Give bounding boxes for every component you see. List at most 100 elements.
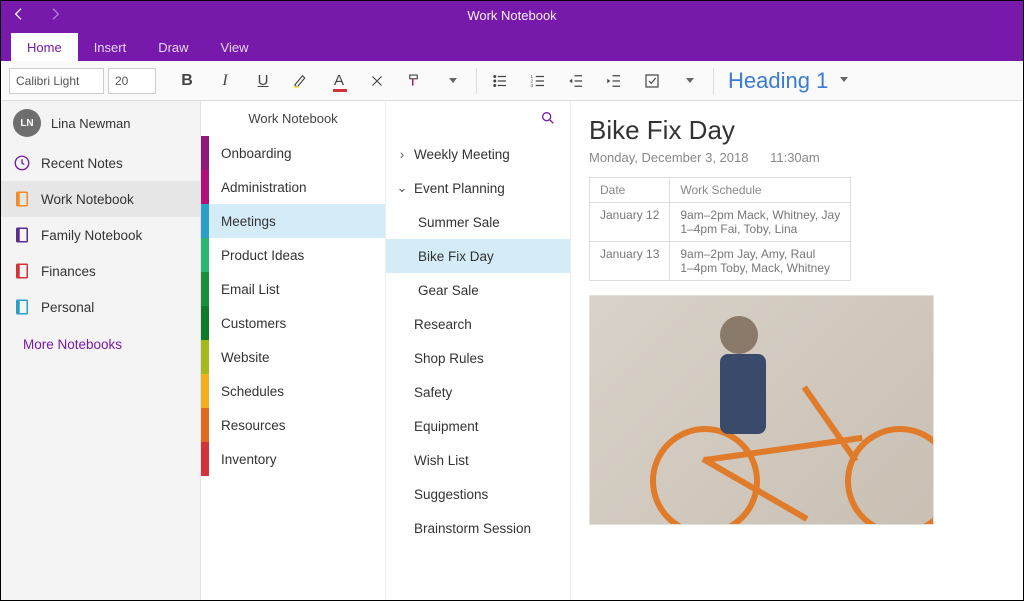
italic-button[interactable]: I <box>208 66 242 96</box>
section-label: Onboarding <box>209 146 292 161</box>
bullet-list-button[interactable] <box>483 66 517 96</box>
format-painter-button[interactable] <box>398 66 432 96</box>
page-label: Weekly Meeting <box>414 147 510 162</box>
section-color-tab <box>201 170 209 204</box>
sections-column: Work Notebook Onboarding Administration Me… <box>201 101 386 600</box>
section-item[interactable]: Email List <box>201 272 385 306</box>
todo-tag-button[interactable] <box>635 66 669 96</box>
page-item[interactable]: Equipment <box>386 409 570 443</box>
underline-button[interactable]: U <box>246 66 280 96</box>
paragraph-more-button[interactable] <box>673 66 707 96</box>
indent-button[interactable] <box>597 66 631 96</box>
section-item[interactable]: Website <box>201 340 385 374</box>
number-list-button[interactable]: 123 <box>521 66 555 96</box>
font-size-select[interactable]: 20 <box>108 68 156 94</box>
recent-notes-item[interactable]: Recent Notes <box>1 145 200 181</box>
section-item[interactable]: Inventory <box>201 442 385 476</box>
schedule-table[interactable]: Date Work Schedule January 129am–2pm Mac… <box>589 177 851 281</box>
page-label: Brainstorm Session <box>414 521 531 536</box>
page-item[interactable]: Wish List <box>386 443 570 477</box>
notebook-label: Work Notebook <box>41 192 134 207</box>
section-label: Administration <box>209 180 307 195</box>
note-meta: Monday, December 3, 2018 11:30am <box>589 150 1005 165</box>
page-item[interactable]: Brainstorm Session <box>386 511 570 545</box>
style-label: Heading 1 <box>728 68 828 93</box>
page-label: Equipment <box>414 419 479 434</box>
cell-date: January 13 <box>590 242 670 281</box>
note-canvas[interactable]: Bike Fix Day Monday, December 3, 2018 11… <box>571 101 1023 600</box>
format-more-button[interactable] <box>436 66 470 96</box>
section-item[interactable]: Customers <box>201 306 385 340</box>
cell-date: January 12 <box>590 203 670 242</box>
section-item[interactable]: Resources <box>201 408 385 442</box>
font-color-button[interactable]: A <box>322 66 356 96</box>
highlight-button[interactable] <box>284 66 318 96</box>
page-item[interactable]: Safety <box>386 375 570 409</box>
tab-home[interactable]: Home <box>11 33 78 61</box>
window-title: Work Notebook <box>63 8 961 23</box>
page-item[interactable]: Gear Sale <box>386 273 570 307</box>
section-color-tab <box>201 204 209 238</box>
page-label: Suggestions <box>414 487 488 502</box>
table-row[interactable]: January 129am–2pm Mack, Whitney, Jay1–4p… <box>590 203 851 242</box>
section-item[interactable]: Administration <box>201 170 385 204</box>
outdent-button[interactable] <box>559 66 593 96</box>
style-picker[interactable]: Heading 1 <box>728 68 848 94</box>
notebook-icon <box>13 190 31 208</box>
notebook-item[interactable]: Finances <box>1 253 200 289</box>
tab-insert[interactable]: Insert <box>78 33 143 61</box>
page-label: Summer Sale <box>418 215 500 230</box>
section-item[interactable]: Onboarding <box>201 136 385 170</box>
page-item[interactable]: Research <box>386 307 570 341</box>
forward-button[interactable] <box>47 6 63 25</box>
page-item[interactable]: ›Weekly Meeting <box>386 137 570 171</box>
notebook-icon <box>13 298 31 316</box>
page-label: Shop Rules <box>414 351 484 366</box>
section-label: Meetings <box>209 214 276 229</box>
clear-format-button[interactable] <box>360 66 394 96</box>
notebook-label: Personal <box>41 300 94 315</box>
section-label: Customers <box>209 316 286 331</box>
section-item[interactable]: Product Ideas <box>201 238 385 272</box>
embedded-photo[interactable] <box>589 295 934 525</box>
page-label: Safety <box>414 385 452 400</box>
table-row[interactable]: January 139am–2pm Jay, Amy, Raul1–4pm To… <box>590 242 851 281</box>
note-title[interactable]: Bike Fix Day <box>589 115 1005 146</box>
section-item[interactable]: Meetings <box>201 204 385 238</box>
section-color-tab <box>201 136 209 170</box>
tab-view[interactable]: View <box>205 33 265 61</box>
note-time: 11:30am <box>770 150 820 165</box>
sections-header: Work Notebook <box>201 101 385 136</box>
page-item[interactable]: Suggestions <box>386 477 570 511</box>
notebook-item[interactable]: Family Notebook <box>1 217 200 253</box>
page-item[interactable]: Shop Rules <box>386 341 570 375</box>
section-color-tab <box>201 408 209 442</box>
notebook-item[interactable]: Work Notebook <box>1 181 200 217</box>
tab-draw[interactable]: Draw <box>142 33 204 61</box>
section-label: Email List <box>209 282 280 297</box>
cell-schedule: 9am–2pm Mack, Whitney, Jay1–4pm Fai, Tob… <box>670 203 851 242</box>
avatar: LN <box>13 109 41 137</box>
page-label: Event Planning <box>414 181 505 196</box>
user-account-row[interactable]: LN Lina Newman <box>1 101 200 145</box>
title-bar: Work Notebook <box>1 1 1023 29</box>
back-button[interactable] <box>11 6 27 25</box>
search-icon[interactable] <box>540 110 556 129</box>
page-item[interactable]: Summer Sale <box>386 205 570 239</box>
page-item[interactable]: Bike Fix Day <box>386 239 570 273</box>
notebook-icon <box>13 262 31 280</box>
svg-text:3: 3 <box>531 83 534 88</box>
font-name-select[interactable]: Calibri Light <box>9 68 104 94</box>
bold-button[interactable]: B <box>170 66 204 96</box>
clock-icon <box>13 154 31 172</box>
section-color-tab <box>201 272 209 306</box>
cell-schedule: 9am–2pm Jay, Amy, Raul1–4pm Toby, Mack, … <box>670 242 851 281</box>
notebook-item[interactable]: Personal <box>1 289 200 325</box>
section-item[interactable]: Schedules <box>201 374 385 408</box>
section-label: Schedules <box>209 384 284 399</box>
page-item[interactable]: ⌄Event Planning <box>386 171 570 205</box>
page-label: Bike Fix Day <box>418 249 494 264</box>
section-color-tab <box>201 340 209 374</box>
section-label: Product Ideas <box>209 248 304 263</box>
more-notebooks-link[interactable]: More Notebooks <box>1 325 200 364</box>
